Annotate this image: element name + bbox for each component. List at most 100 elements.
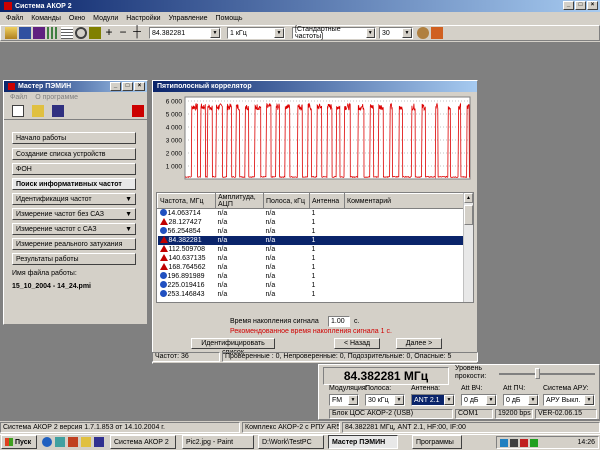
accum-input[interactable]: 1.00 (328, 316, 350, 327)
col-amplitude[interactable]: Амплитуда, АЦП (215, 193, 264, 209)
table-row[interactable]: 28.127427 n/a n/a 1 (158, 218, 464, 227)
wizard-menu-file[interactable]: Файл (10, 94, 27, 101)
table-row[interactable]: 84.382281 n/a n/a 1 (157, 235, 464, 245)
chevron-down-icon[interactable]: ▼ (365, 28, 375, 38)
quicklaunch-ie-icon[interactable] (42, 437, 52, 447)
step-measure-attenuation[interactable]: Измерение реального затухания (12, 238, 136, 250)
step-measure-saz[interactable]: Измерение частот с САЗ ▼ (12, 223, 136, 235)
threshold-slider-thumb[interactable] (535, 368, 540, 379)
step-measure-no-saz[interactable]: Измерение частот без САЗ ▼ (12, 208, 136, 220)
chevron-down-icon[interactable]: ▼ (402, 28, 412, 38)
zoom-icon[interactable] (75, 27, 87, 39)
step-background[interactable]: ФОН (12, 163, 136, 175)
open-folder-icon[interactable] (32, 104, 44, 117)
table-scrollbar[interactable]: ▲ (463, 193, 473, 302)
menu-modules[interactable]: Модули (93, 15, 118, 22)
table-row[interactable]: 253.146843 n/a n/a 1 (158, 290, 464, 299)
save-icon[interactable] (19, 27, 31, 39)
band-select[interactable]: 30 кГц ▼ (365, 394, 405, 406)
back-button[interactable]: < Назад (334, 338, 380, 349)
step-device-list[interactable]: Создание списка устройств (12, 148, 136, 160)
close-icon[interactable]: × (134, 82, 145, 91)
task-explorer[interactable]: D:\Work\TestPC (258, 435, 324, 449)
frequency-combo[interactable]: 84.382281 ▼ (149, 27, 221, 39)
wizard-menu-about[interactable]: О программе (35, 94, 78, 101)
table-row[interactable]: 225.019416 n/a n/a 1 (158, 281, 464, 290)
quicklaunch-media-icon[interactable] (94, 437, 104, 447)
col-comment[interactable]: Комментарий (344, 193, 464, 209)
table-row[interactable]: 14.063714 n/a n/a 1 (158, 209, 464, 218)
table-row[interactable]: 56.254854 n/a n/a 1 (158, 227, 464, 236)
tray-language-icon[interactable] (530, 438, 538, 447)
task-paint[interactable]: Pic2.jpg - Paint (182, 435, 254, 449)
menu-control[interactable]: Управление (169, 15, 208, 22)
next-button[interactable]: Далее > (396, 338, 442, 349)
table-row[interactable]: 112.509708 n/a n/a 1 (158, 245, 464, 254)
minimize-icon[interactable]: _ (563, 1, 574, 10)
menu-help[interactable]: Помощь (216, 15, 243, 22)
chevron-down-icon[interactable]: ▼ (444, 395, 454, 405)
chevron-down-icon[interactable]: ▼ (528, 395, 538, 405)
crosshair-icon[interactable]: ┼ (131, 27, 143, 39)
menu-window[interactable]: Окно (69, 15, 85, 22)
col-band[interactable]: Полоса, кГц (263, 193, 310, 209)
chevron-down-icon[interactable]: ▼ (486, 395, 496, 405)
antenna-select[interactable]: ANT 2.1 ▼ (411, 394, 455, 406)
exit-icon[interactable] (132, 104, 144, 117)
agc-select[interactable]: АРУ Выкл. ▼ (543, 394, 595, 406)
chevron-down-icon[interactable]: ▼ (584, 395, 594, 405)
picture-icon[interactable] (89, 27, 101, 39)
step-results[interactable]: Результаты работы (12, 253, 136, 265)
scroll-up-icon[interactable]: ▲ (464, 193, 473, 203)
table-icon[interactable] (61, 27, 73, 39)
settings-icon[interactable] (417, 27, 429, 39)
menu-file[interactable]: Файл (6, 15, 23, 22)
chevron-down-icon[interactable]: ▼ (210, 28, 220, 38)
task-akor2[interactable]: Система АКОР 2 (110, 435, 176, 449)
table-row[interactable]: 196.891989 n/a n/a 1 (158, 272, 464, 281)
tray-network-icon[interactable] (500, 438, 508, 447)
chevron-down-icon[interactable]: ▼ (394, 395, 404, 405)
col-frequency[interactable]: Частота, МГц (157, 193, 216, 209)
task-wizard[interactable]: Мастер ПЭМИН (328, 435, 398, 449)
identify-list-button[interactable]: Идентифицировать список (191, 338, 275, 356)
step-search-frequencies[interactable]: Поиск информативных частот (12, 178, 136, 190)
minimize-icon[interactable]: _ (110, 82, 121, 91)
task-programs[interactable]: Программы (412, 435, 462, 449)
table-row[interactable]: 140.637135 n/a n/a 1 (158, 254, 464, 263)
open-icon[interactable] (5, 27, 17, 39)
chevron-down-icon[interactable]: ▼ (274, 28, 284, 38)
save-icon[interactable] (52, 104, 64, 117)
step-identify[interactable]: Идентификация частот ▼ (12, 193, 136, 205)
close-icon[interactable]: × (587, 1, 598, 10)
table-row[interactable]: 168.764562 n/a n/a 1 (158, 263, 464, 272)
quicklaunch-desktop-icon[interactable] (55, 437, 65, 447)
step-start[interactable]: Начало работы (12, 132, 136, 144)
quicklaunch-explorer-icon[interactable] (81, 437, 91, 447)
chevron-down-icon[interactable]: ▼ (348, 395, 358, 405)
start-button[interactable]: Пуск (1, 435, 37, 449)
quicklaunch-app-icon[interactable] (68, 437, 78, 447)
grid-icon[interactable] (47, 27, 59, 39)
col-antenna[interactable]: Антенна (309, 193, 345, 209)
tray-volume-icon[interactable] (510, 438, 518, 447)
user-icon[interactable] (431, 27, 443, 39)
scroll-thumb[interactable] (464, 205, 473, 225)
modulation-select[interactable]: FM ▼ (329, 394, 359, 406)
menu-commands[interactable]: Команды (31, 15, 61, 22)
remove-icon[interactable]: − (117, 26, 129, 39)
cell-amplitude: n/a (217, 218, 228, 226)
menu-settings[interactable]: Настройки (126, 15, 160, 22)
step-combo[interactable]: 1 кГц ▼ (227, 27, 285, 39)
new-document-icon[interactable] (12, 104, 24, 117)
tray-antivirus-icon[interactable] (520, 438, 528, 447)
att-hf-select[interactable]: 0 дБ ▼ (461, 394, 497, 406)
chart-icon[interactable] (33, 27, 45, 39)
maximize-icon[interactable]: □ (122, 82, 133, 91)
preset-combo[interactable]: [Стандартные частоты] ▼ (292, 26, 376, 40)
maximize-icon[interactable]: □ (575, 1, 586, 10)
threshold-slider[interactable] (499, 373, 595, 375)
att-if-select[interactable]: 0 дБ ▼ (503, 394, 539, 406)
add-icon[interactable]: + (103, 26, 115, 39)
level-combo[interactable]: 30 ▼ (379, 27, 413, 39)
